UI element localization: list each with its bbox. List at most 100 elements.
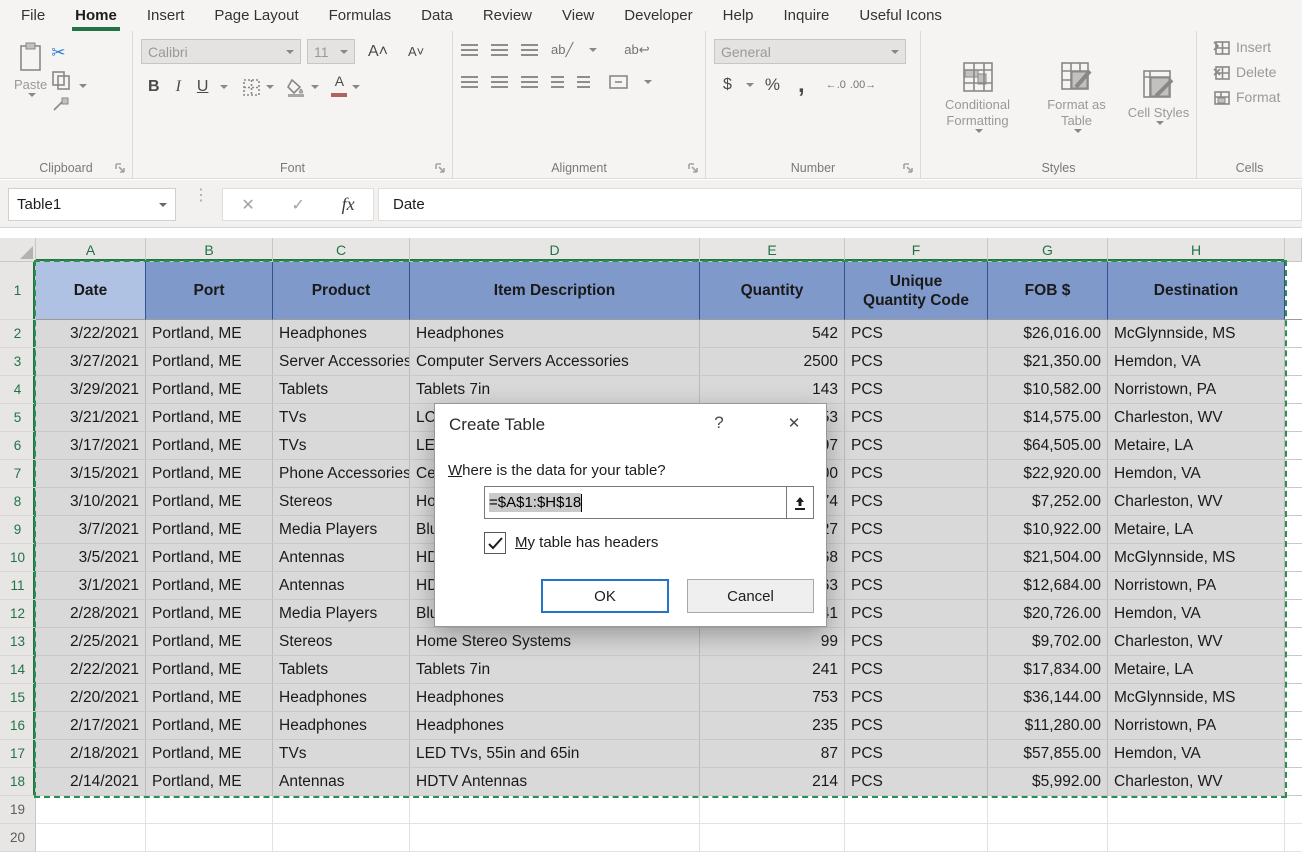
cell-A9[interactable]: 3/7/2021 <box>36 516 146 544</box>
cell-F16[interactable]: PCS <box>845 712 988 740</box>
cell-F2[interactable]: PCS <box>845 320 988 348</box>
cell-E19[interactable] <box>700 796 845 824</box>
cell-H10[interactable]: McGlynnside, MS <box>1108 544 1285 572</box>
cell-C20[interactable] <box>273 824 410 852</box>
cell-B20[interactable] <box>146 824 273 852</box>
cell-A12[interactable]: 2/28/2021 <box>36 600 146 628</box>
wrap-text-icon[interactable]: ab↩ <box>624 42 649 58</box>
cell-C9[interactable]: Media Players <box>273 516 410 544</box>
cell-E15[interactable]: 753 <box>700 684 845 712</box>
cell-B15[interactable]: Portland, ME <box>146 684 273 712</box>
clipboard-dialog-launcher-icon[interactable] <box>114 161 126 173</box>
row-header-10[interactable]: 10 <box>0 544 36 572</box>
name-box-dropdown-icon[interactable] <box>159 203 167 207</box>
cell-C10[interactable]: Antennas <box>273 544 410 572</box>
cell-F7[interactable]: PCS <box>845 460 988 488</box>
increase-indent-icon[interactable] <box>577 76 590 88</box>
cell-E18[interactable]: 214 <box>700 768 845 796</box>
table-range-input[interactable]: =$A$1:$H$18 <box>484 486 786 519</box>
cell-F14[interactable]: PCS <box>845 656 988 684</box>
cell-A13[interactable]: 2/25/2021 <box>36 628 146 656</box>
row-header-13[interactable]: 13 <box>0 628 36 656</box>
align-center-icon[interactable] <box>491 76 508 88</box>
cell-A6[interactable]: 3/17/2021 <box>36 432 146 460</box>
ribbon-tab-page-layout[interactable]: Page Layout <box>199 2 313 31</box>
ribbon-tab-useful-icons[interactable]: Useful Icons <box>844 2 957 31</box>
cell-B5[interactable]: Portland, ME <box>146 404 273 432</box>
row-header-9[interactable]: 9 <box>0 516 36 544</box>
cell-B18[interactable]: Portland, ME <box>146 768 273 796</box>
align-right-icon[interactable] <box>521 76 538 88</box>
cell-F15[interactable]: PCS <box>845 684 988 712</box>
cell-F12[interactable]: PCS <box>845 600 988 628</box>
cell-F9[interactable]: PCS <box>845 516 988 544</box>
ribbon-tab-inquire[interactable]: Inquire <box>769 2 845 31</box>
conditional-formatting-button[interactable]: Conditional Formatting <box>930 61 1026 133</box>
cell-B16[interactable]: Portland, ME <box>146 712 273 740</box>
cell-H12[interactable]: Hemdon, VA <box>1108 600 1285 628</box>
cell-A15[interactable]: 2/20/2021 <box>36 684 146 712</box>
grow-font-icon[interactable]: A˄ <box>361 43 395 61</box>
cell-F18[interactable]: PCS <box>845 768 988 796</box>
cell-G10[interactable]: $21,504.00 <box>988 544 1108 572</box>
row-header-2[interactable]: 2 <box>0 320 36 348</box>
row-header-11[interactable]: 11 <box>0 572 36 600</box>
cell-G18[interactable]: $5,992.00 <box>988 768 1108 796</box>
cell-H8[interactable]: Charleston, WV <box>1108 488 1285 516</box>
ribbon-tab-file[interactable]: File <box>6 2 60 31</box>
cell-C19[interactable] <box>273 796 410 824</box>
row-header-18[interactable]: 18 <box>0 768 36 796</box>
cancel-entry-icon[interactable]: ✕ <box>241 195 254 215</box>
cell-D4[interactable]: Tablets 7in <box>410 376 700 404</box>
percent-style-icon[interactable]: % <box>758 75 787 95</box>
cell-B3[interactable]: Portland, ME <box>146 348 273 376</box>
cell-G19[interactable] <box>988 796 1108 824</box>
cell-A16[interactable]: 2/17/2021 <box>36 712 146 740</box>
cell-B10[interactable]: Portland, ME <box>146 544 273 572</box>
cell-A20[interactable] <box>36 824 146 852</box>
cell-D16[interactable]: Headphones <box>410 712 700 740</box>
cell-A14[interactable]: 2/22/2021 <box>36 656 146 684</box>
cell-C14[interactable]: Tablets <box>273 656 410 684</box>
cell-G8[interactable]: $7,252.00 <box>988 488 1108 516</box>
cell-G13[interactable]: $9,702.00 <box>988 628 1108 656</box>
cell-B9[interactable]: Portland, ME <box>146 516 273 544</box>
dialog-help-icon[interactable]: ? <box>707 413 731 437</box>
cell-B6[interactable]: Portland, ME <box>146 432 273 460</box>
cell-B17[interactable]: Portland, ME <box>146 740 273 768</box>
cell-G9[interactable]: $10,922.00 <box>988 516 1108 544</box>
orientation-icon[interactable]: ab╱ <box>551 42 573 58</box>
cell-B12[interactable]: Portland, ME <box>146 600 273 628</box>
cell-D19[interactable] <box>410 796 700 824</box>
cell-C8[interactable]: Stereos <box>273 488 410 516</box>
align-bottom-icon[interactable] <box>521 44 538 56</box>
cell-D18[interactable]: HDTV Antennas <box>410 768 700 796</box>
col-header-E[interactable]: E <box>700 238 845 262</box>
ribbon-tab-home[interactable]: Home <box>60 2 132 31</box>
cell-F6[interactable]: PCS <box>845 432 988 460</box>
col-header-G[interactable]: G <box>988 238 1108 262</box>
cell-H14[interactable]: Metaire, LA <box>1108 656 1285 684</box>
cell-G5[interactable]: $14,575.00 <box>988 404 1108 432</box>
my-table-has-headers-checkbox[interactable] <box>484 532 506 554</box>
ribbon-tab-developer[interactable]: Developer <box>609 2 707 31</box>
cell-H16[interactable]: Norristown, PA <box>1108 712 1285 740</box>
cell-E1[interactable]: Quantity <box>700 262 845 320</box>
copy-icon[interactable] <box>51 70 86 90</box>
cell-G11[interactable]: $12,684.00 <box>988 572 1108 600</box>
cut-icon[interactable]: ✂ <box>51 43 86 63</box>
cell-B11[interactable]: Portland, ME <box>146 572 273 600</box>
cell-H17[interactable]: Hemdon, VA <box>1108 740 1285 768</box>
cell-H19[interactable] <box>1108 796 1285 824</box>
decrease-decimal-icon[interactable]: .00→ <box>850 79 876 91</box>
font-name-select[interactable]: Calibri <box>141 39 301 64</box>
cell-B13[interactable]: Portland, ME <box>146 628 273 656</box>
cell-D14[interactable]: Tablets 7in <box>410 656 700 684</box>
row-header-3[interactable]: 3 <box>0 348 36 376</box>
row-header-14[interactable]: 14 <box>0 656 36 684</box>
underline-dropdown-icon[interactable] <box>220 85 228 89</box>
paste-dropdown-icon[interactable] <box>28 93 36 97</box>
increase-decimal-icon[interactable]: ←.0 <box>826 79 846 91</box>
cell-G3[interactable]: $21,350.00 <box>988 348 1108 376</box>
cell-F5[interactable]: PCS <box>845 404 988 432</box>
